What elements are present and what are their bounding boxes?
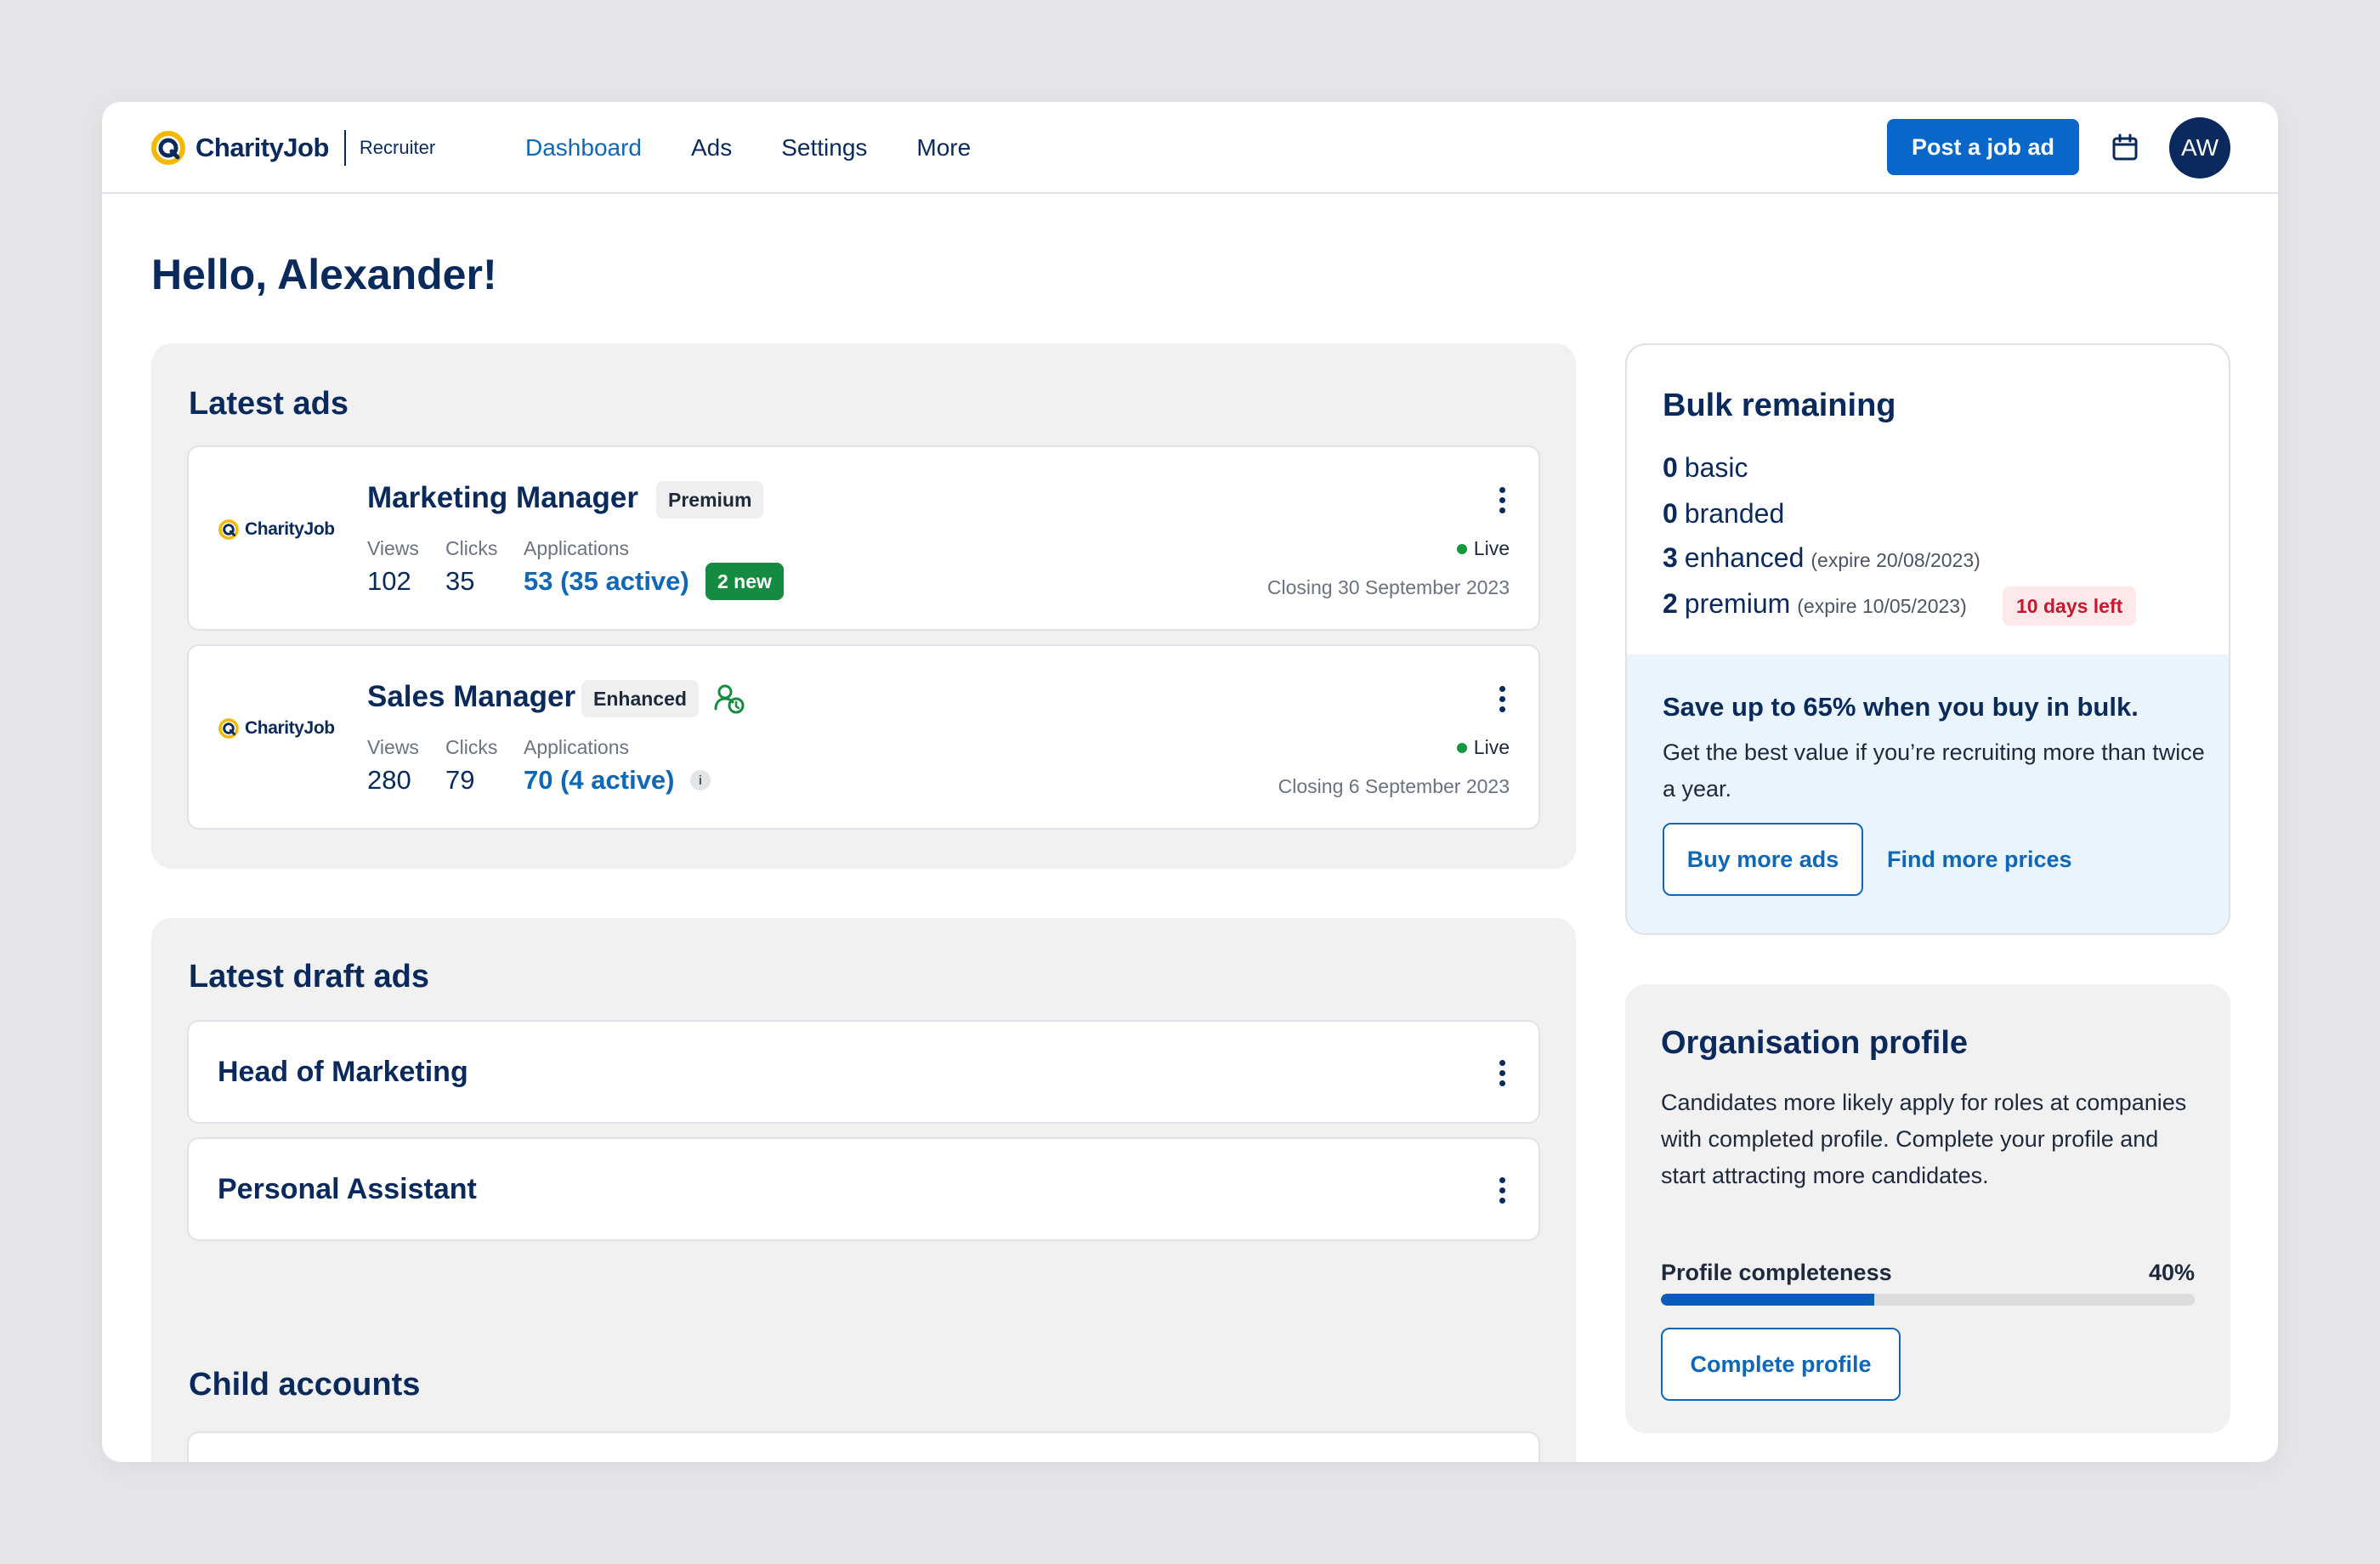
brand-logo[interactable]: CharityJob Recruiter bbox=[150, 124, 435, 172]
bulk-row-basic: 0 basic bbox=[1663, 452, 1748, 483]
ad-status: Live bbox=[1456, 736, 1510, 759]
ad-tier-tag: Premium bbox=[656, 481, 764, 518]
views-label: Views bbox=[367, 736, 419, 758]
draft-title[interactable]: Head of Marketing bbox=[218, 1022, 468, 1122]
draft-card[interactable]: Personal Assistant bbox=[187, 1137, 1540, 1241]
post-job-ad-button[interactable]: Post a job ad bbox=[1887, 119, 2079, 175]
app-window: CharityJob Recruiter Dashboard Ads Setti… bbox=[102, 102, 2278, 1462]
ad-org-name: CharityJob bbox=[245, 519, 335, 539]
nav-more[interactable]: More bbox=[916, 134, 971, 162]
savings-title: Save up to 65% when you buy in bulk. bbox=[1663, 692, 2139, 722]
bulk-row-premium: 2 premium (expire 10/05/2023) bbox=[1663, 588, 1967, 619]
live-status-dot bbox=[1456, 543, 1467, 554]
nav-ads[interactable]: Ads bbox=[691, 134, 732, 162]
info-icon[interactable]: i bbox=[690, 770, 711, 790]
profile-completeness-bar bbox=[1661, 1294, 2195, 1306]
ad-org-name: CharityJob bbox=[245, 718, 335, 738]
latest-drafts-panel: Latest draft ads Head of Marketing Perso… bbox=[151, 918, 1576, 1382]
profile-completeness-fill bbox=[1661, 1294, 1875, 1306]
top-navigation: CharityJob Recruiter Dashboard Ads Setti… bbox=[102, 102, 2278, 194]
bulk-row-enhanced: 3 enhanced (expire 20/08/2023) bbox=[1663, 542, 1980, 573]
more-options-icon[interactable] bbox=[1489, 1054, 1515, 1091]
brand-divider bbox=[343, 130, 346, 166]
live-status-dot bbox=[1456, 742, 1467, 753]
bulk-remaining-title: Bulk remaining bbox=[1663, 388, 1896, 423]
nav-dashboard[interactable]: Dashboard bbox=[525, 134, 642, 162]
ad-status: Live bbox=[1456, 537, 1510, 560]
ad-closing-date: Closing 30 September 2023 bbox=[1266, 576, 1510, 598]
ad-org-logo: CharityJob bbox=[218, 717, 335, 740]
applications-label: Applications bbox=[524, 736, 630, 758]
days-left-badge: 10 days left bbox=[2003, 586, 2137, 626]
bulk-savings-box: Save up to 65% when you buy in bulk. Get… bbox=[1627, 654, 2229, 933]
charityjob-logo-icon bbox=[150, 129, 187, 167]
complete-profile-button[interactable]: Complete profile bbox=[1661, 1328, 1901, 1401]
draft-title[interactable]: Personal Assistant bbox=[218, 1139, 477, 1239]
calendar-icon[interactable] bbox=[2108, 131, 2142, 165]
applications-link[interactable]: 53 (35 active) bbox=[524, 566, 689, 597]
more-options-icon[interactable] bbox=[1489, 481, 1515, 518]
ad-tier-tag: Enhanced bbox=[581, 680, 699, 717]
organisation-profile-text: Candidates more likely apply for roles a… bbox=[1661, 1090, 2187, 1188]
views-label: Views bbox=[367, 537, 419, 559]
charityjob-logo-icon bbox=[218, 717, 240, 740]
user-avatar[interactable]: AW bbox=[2169, 117, 2230, 178]
buy-more-ads-button[interactable]: Buy more ads bbox=[1663, 823, 1863, 896]
latest-ads-title: Latest ads bbox=[189, 386, 348, 422]
savings-text: Get the best value if you’re recruiting … bbox=[1663, 740, 2205, 802]
new-applications-badge: 2 new bbox=[706, 563, 784, 600]
clicks-label: Clicks bbox=[445, 736, 498, 758]
brand-subtitle: Recruiter bbox=[359, 137, 436, 158]
child-accounts-table bbox=[187, 1431, 1540, 1462]
shared-candidates-icon[interactable] bbox=[712, 682, 746, 716]
find-more-prices-link[interactable]: Find more prices bbox=[1887, 847, 2072, 873]
bulk-remaining-card: Bulk remaining 0 basic 0 branded 3 enhanced… bbox=[1625, 343, 2230, 935]
brand-name: CharityJob bbox=[196, 133, 329, 162]
views-value: 102 bbox=[367, 566, 411, 596]
clicks-value: 35 bbox=[445, 566, 475, 596]
primary-nav: Dashboard Ads Settings More bbox=[525, 102, 1020, 194]
ad-card[interactable]: CharityJob Sales Manager Enhanced Views … bbox=[187, 644, 1540, 830]
organisation-profile-title: Organisation profile bbox=[1661, 1025, 1969, 1061]
ad-title[interactable]: Marketing Manager bbox=[367, 481, 638, 515]
page-greeting: Hello, Alexander! bbox=[151, 251, 497, 298]
profile-completeness-label: Profile completeness bbox=[1661, 1260, 1892, 1285]
child-accounts-panel: Child accounts bbox=[151, 1328, 1576, 1462]
more-options-icon[interactable] bbox=[1489, 1171, 1515, 1209]
bulk-row-branded: 0 branded bbox=[1663, 498, 1785, 529]
profile-completeness-value: 40% bbox=[2148, 1260, 2195, 1285]
organisation-profile-card: Organisation profile Candidates more lik… bbox=[1625, 984, 2230, 1433]
charityjob-logo-icon bbox=[218, 518, 240, 541]
ad-org-logo: CharityJob bbox=[218, 518, 335, 541]
latest-drafts-title: Latest draft ads bbox=[189, 959, 429, 994]
latest-ads-panel: Latest ads CharityJob Marketing Manager … bbox=[151, 343, 1576, 869]
more-options-icon[interactable] bbox=[1489, 680, 1515, 717]
nav-settings[interactable]: Settings bbox=[781, 134, 867, 162]
views-value: 280 bbox=[367, 765, 411, 795]
applications-link[interactable]: 70 (4 active) bbox=[524, 765, 675, 796]
clicks-label: Clicks bbox=[445, 537, 498, 559]
ad-card[interactable]: CharityJob Marketing Manager Premium Vie… bbox=[187, 445, 1540, 631]
draft-card[interactable]: Head of Marketing bbox=[187, 1020, 1540, 1124]
applications-label: Applications bbox=[524, 537, 630, 559]
child-accounts-title: Child accounts bbox=[189, 1367, 421, 1402]
clicks-value: 79 bbox=[445, 765, 475, 795]
ad-closing-date: Closing 6 September 2023 bbox=[1278, 775, 1510, 797]
ad-title[interactable]: Sales Manager bbox=[367, 680, 575, 714]
